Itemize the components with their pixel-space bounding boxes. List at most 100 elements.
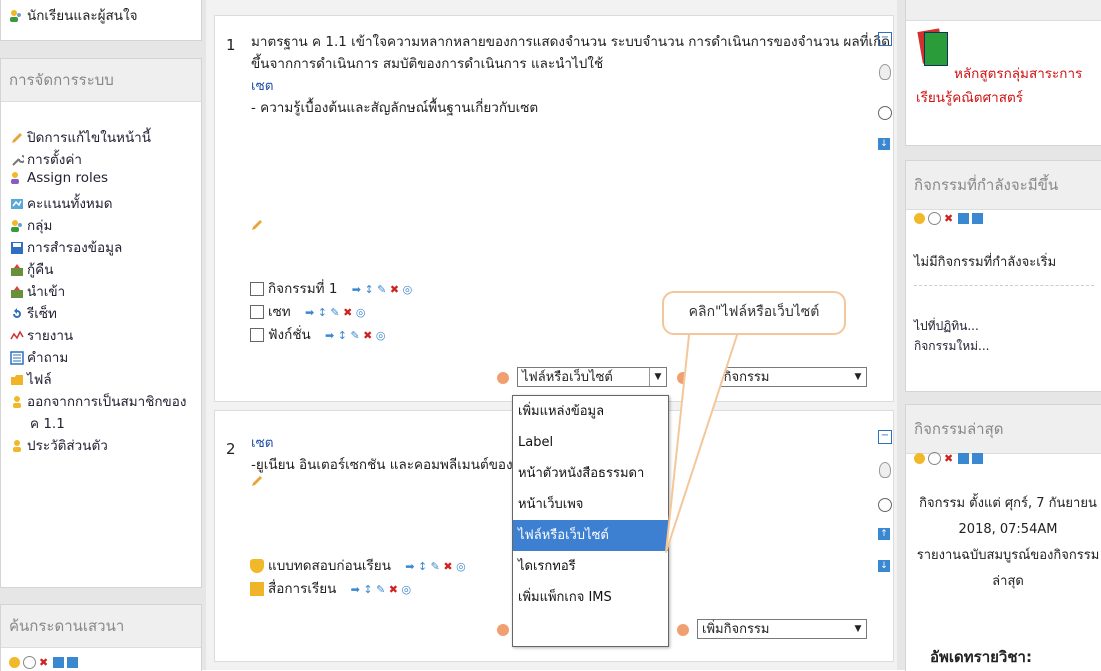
delete-icon[interactable]: ✖	[944, 213, 955, 224]
nav-unenrol[interactable]: ออกจากการเป็นสมาชิกของ	[10, 390, 186, 412]
eye-icon[interactable]	[928, 452, 941, 465]
nav-grades[interactable]: คะแนนทั้งหมด	[10, 192, 113, 214]
nav-label: การตั้งค่า	[27, 152, 82, 168]
eye-icon[interactable]	[878, 106, 892, 120]
eye-icon[interactable]	[23, 656, 36, 669]
full-report-link-2[interactable]: ล่าสุด	[914, 569, 1101, 595]
activity-row[interactable]: กิจกรรมที่ 1 ➡ ↕ ✎ ✖ ◎	[250, 278, 412, 301]
activity-row[interactable]: ฟังก์ชั่น ➡ ↕ ✎ ✖ ◎	[250, 324, 412, 347]
activity-label: สื่อการเรียน	[268, 581, 337, 597]
right-arrow-icon[interactable]	[972, 453, 983, 464]
eye-icon[interactable]	[878, 498, 892, 512]
left-arrow-icon[interactable]	[958, 453, 969, 464]
participants-link[interactable]: นักเรียนและผู้สนใจ	[9, 4, 138, 26]
activity-row[interactable]: เซท ➡ ↕ ✎ ✖ ◎	[250, 301, 412, 324]
nav-turn-editing-off[interactable]: ปิดการแก้ไขในหน้านี้	[10, 126, 151, 148]
activity-edit-icons[interactable]: ➡ ↕ ✎ ✖ ◎	[325, 329, 385, 342]
nav-reset[interactable]: รีเซ็ท	[10, 302, 57, 324]
help-icon[interactable]	[677, 624, 689, 636]
course-curriculum-link[interactable]: หลักสูตรกลุ่มสาระการ เรียนรู้คณิตศาสตร์	[916, 62, 1082, 110]
chevron-down-icon: ▼	[854, 624, 862, 634]
nav-label: กลุ่ม	[27, 218, 53, 234]
chevron-down-icon: ▼	[854, 372, 862, 382]
collapse-icon[interactable]: −	[878, 430, 892, 444]
delete-icon[interactable]: ✖	[944, 453, 955, 464]
move-down-icon[interactable]: ↓	[878, 138, 890, 150]
people-icon	[10, 10, 21, 22]
nav-label: นำเข้า	[27, 284, 66, 300]
add-activity-select-2[interactable]: เพิ่มกิจกรรม ▼	[697, 619, 867, 639]
roles-icon	[914, 453, 925, 464]
move-down-icon[interactable]: ↓	[878, 560, 890, 572]
activity-label: เซท	[268, 304, 291, 320]
nav-profile[interactable]: ประวัติส่วนตัว	[10, 434, 108, 456]
save-icon	[11, 242, 23, 254]
nav-questions[interactable]: คำถาม	[10, 346, 68, 368]
nav-unenrol-course[interactable]: ค 1.1	[30, 412, 65, 434]
left-arrow-icon[interactable]	[958, 213, 969, 224]
nav-label: ไฟล์	[27, 372, 52, 388]
delete-icon[interactable]: ✖	[39, 657, 50, 668]
roles-icon	[11, 172, 19, 184]
nav-label: คะแนนทั้งหมด	[27, 196, 113, 212]
lightbulb-icon[interactable]	[879, 64, 891, 80]
help-icon[interactable]	[497, 372, 509, 384]
left-arrow-icon[interactable]	[53, 657, 64, 668]
callout-label: คลิก"ไฟล์หรือเว็บไซต์	[662, 291, 846, 335]
nav-label: รายงาน	[27, 328, 74, 344]
course-updates-title: อัพเดทรายวิชา:	[930, 648, 1032, 666]
activity-edit-icons[interactable]: ➡ ↕ ✎ ✖ ◎	[305, 306, 365, 319]
report-icon	[10, 330, 24, 340]
section-1-activities: กิจกรรมที่ 1 ➡ ↕ ✎ ✖ ◎ เซท ➡ ↕ ✎ ✖ ◎ ฟัง…	[250, 278, 412, 347]
summary-description: - ความรู้เบื้องต้นและสัญลักษณ์พื้นฐานเกี…	[251, 100, 539, 116]
right-arrow-icon[interactable]	[972, 213, 983, 224]
page-icon	[250, 282, 264, 296]
activity-row[interactable]: แบบทดสอบก่อนเรียน ➡ ↕ ✎ ✖ ◎	[250, 555, 466, 578]
goto-calendar-link[interactable]: ไปที่ปฏิทิน...	[914, 317, 979, 336]
nav-label: รีเซ็ท	[27, 306, 57, 322]
participants-block: นักเรียนและผู้สนใจ	[0, 0, 202, 41]
section-2-activities: แบบทดสอบก่อนเรียน ➡ ↕ ✎ ✖ ◎ สื่อการเรียน…	[250, 555, 466, 601]
nav-label: กู้คืน	[27, 262, 54, 278]
right-arrow-icon[interactable]	[67, 657, 78, 668]
person-icon	[13, 440, 21, 452]
recent-since: กิจกรรม ตั้งแต่ ศุกร์, 7 กันยายน	[919, 496, 1097, 511]
participants-label: นักเรียนและผู้สนใจ	[27, 8, 138, 24]
help-icon[interactable]	[497, 624, 509, 636]
new-event-link[interactable]: กิจกรรมใหม่...	[914, 337, 990, 356]
dropdown-option[interactable]: เพิ่มแพ็กเกจ IMS	[513, 582, 668, 613]
nav-settings[interactable]: การตั้งค่า	[10, 148, 82, 170]
nav-import[interactable]: นำเข้า	[10, 280, 65, 302]
activity-edit-icons[interactable]: ➡ ↕ ✎ ✖ ◎	[405, 560, 465, 573]
full-report-link[interactable]: รายงานฉบับสมบูรณ์ของกิจกรรม	[914, 543, 1101, 569]
edit-summary-icon[interactable]	[250, 474, 264, 488]
nav-files[interactable]: ไฟล์	[10, 368, 52, 390]
activity-label: ฟังก์ชั่น	[268, 327, 311, 343]
activity-row[interactable]: สื่อการเรียน ➡ ↕ ✎ ✖ ◎	[250, 578, 466, 601]
nav-label: ปิดการแก้ไขในหน้านี้	[27, 130, 151, 146]
select-value: เพิ่มกิจกรรม	[702, 622, 770, 637]
upcoming-title: กิจกรรมที่กำลังจะมีขึ้น	[906, 161, 1101, 210]
activity-edit-icons[interactable]: ➡ ↕ ✎ ✖ ◎	[352, 283, 412, 296]
section-2-summary: เซต -ยูเนียน อินเตอร์เซกชัน และคอมพลีเมน…	[251, 432, 521, 476]
lightbulb-icon[interactable]	[879, 462, 891, 478]
activity-edit-icons[interactable]: ➡ ↕ ✎ ✖ ◎	[351, 583, 411, 596]
course-link-line-1: หลักสูตรกลุ่มสาระการ	[954, 66, 1083, 82]
collapse-icon[interactable]: −	[878, 32, 892, 46]
recent-title: กิจกรรมล่าสุด	[906, 405, 1101, 454]
nav-label: การสำรองข้อมูล	[27, 240, 123, 256]
nav-assign-roles[interactable]: Assign roles	[10, 170, 108, 186]
nav-restore[interactable]: กู้คืน	[10, 258, 53, 280]
nav-groups[interactable]: กลุ่ม	[10, 214, 52, 236]
upcoming-none: ไม่มีกิจกรรมที่กำลังจะเริ่ม	[914, 255, 1057, 270]
eye-icon[interactable]	[928, 212, 941, 225]
activity-label: แบบทดสอบก่อนเรียน	[268, 558, 391, 574]
course-block: หลักสูตรกลุ่มสาระการ เรียนรู้คณิตศาสตร์	[905, 0, 1101, 146]
move-up-icon[interactable]: ↑	[878, 528, 890, 540]
forum-search-block: ค้นกระดานเสวนา ✖	[0, 604, 202, 671]
edit-summary-icon[interactable]	[250, 218, 264, 232]
nav-reports[interactable]: รายงาน	[10, 324, 73, 346]
quiz-icon	[250, 559, 264, 573]
nav-backup[interactable]: การสำรองข้อมูล	[10, 236, 122, 258]
summary-subtitle: เซต	[251, 435, 274, 451]
